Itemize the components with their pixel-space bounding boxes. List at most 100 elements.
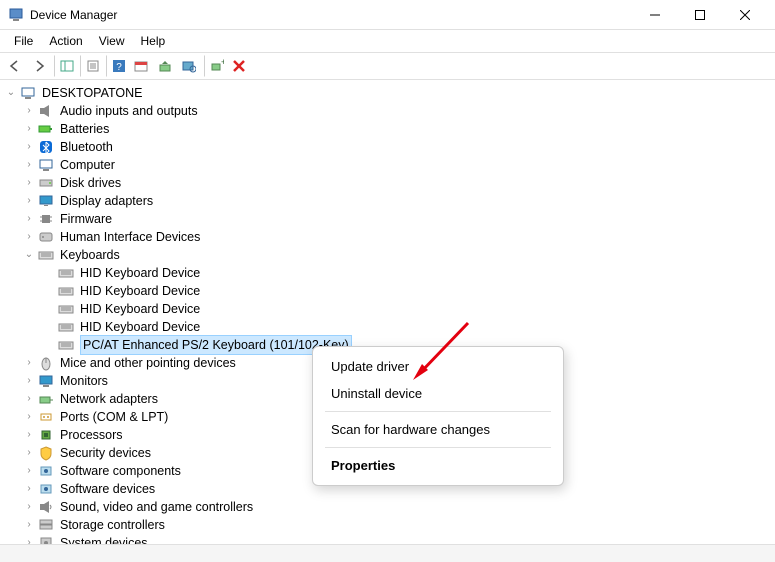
show-hide-tree-button[interactable] xyxy=(54,55,76,77)
expand-icon[interactable]: › xyxy=(22,500,36,514)
tree-device[interactable]: HID Keyboard Device xyxy=(2,282,773,300)
window-title: Device Manager xyxy=(30,8,632,22)
keyboard-icon xyxy=(58,337,74,353)
expand-icon[interactable]: › xyxy=(22,518,36,532)
expand-icon[interactable]: › xyxy=(22,176,36,190)
tree-root[interactable]: ⌄DESKTOPATONE xyxy=(2,84,773,102)
statusbar xyxy=(0,544,775,562)
add-hardware-button[interactable]: + xyxy=(204,55,226,77)
sound-icon xyxy=(38,499,54,515)
tree-category[interactable]: ›Computer xyxy=(2,156,773,174)
system-icon xyxy=(38,535,54,544)
menu-update-driver[interactable]: Update driver xyxy=(313,353,563,380)
tree-device[interactable]: HID Keyboard Device xyxy=(2,318,773,336)
expand-icon[interactable]: › xyxy=(22,230,36,244)
expand-icon[interactable]: › xyxy=(22,410,36,424)
svg-text:+: + xyxy=(221,59,224,67)
storage-icon xyxy=(38,517,54,533)
expand-icon[interactable]: › xyxy=(22,374,36,388)
bluetooth-icon xyxy=(38,139,54,155)
tree-category-label: Ports (COM & LPT) xyxy=(60,408,168,426)
keyboard-icon xyxy=(38,247,54,263)
uninstall-button[interactable] xyxy=(228,55,250,77)
tree-category[interactable]: ›Firmware xyxy=(2,210,773,228)
scan-button[interactable] xyxy=(178,55,200,77)
tree-category-label: Audio inputs and outputs xyxy=(60,102,198,120)
tree-category-label: Mice and other pointing devices xyxy=(60,354,236,372)
cpu-icon xyxy=(38,427,54,443)
properties-button[interactable] xyxy=(80,55,102,77)
display-icon xyxy=(38,193,54,209)
tree-category-label: System devices xyxy=(60,534,148,544)
forward-button[interactable] xyxy=(28,55,50,77)
tree-category-label: Software devices xyxy=(60,480,155,498)
menu-action[interactable]: Action xyxy=(41,32,90,50)
computer-icon xyxy=(38,157,54,173)
menu-separator xyxy=(325,411,551,412)
tree-category-label: Keyboards xyxy=(60,246,120,264)
keyboard-icon xyxy=(58,319,74,335)
update-driver-button[interactable] xyxy=(154,55,176,77)
expand-icon[interactable]: › xyxy=(22,140,36,154)
tree-device-label: HID Keyboard Device xyxy=(80,300,200,318)
tree-category[interactable]: › Sound, video and game controllers xyxy=(2,498,773,516)
maximize-button[interactable] xyxy=(677,0,722,30)
mouse-icon xyxy=(38,355,54,371)
tree-category-label: Bluetooth xyxy=(60,138,113,156)
menu-file[interactable]: File xyxy=(6,32,41,50)
expand-icon[interactable]: › xyxy=(22,536,36,544)
collapse-icon[interactable]: ⌄ xyxy=(4,86,18,100)
tree-category[interactable]: › Human Interface Devices xyxy=(2,228,773,246)
tree-category-label: Sound, video and game controllers xyxy=(60,498,253,516)
close-button[interactable] xyxy=(722,0,767,30)
tree-category-label: Software components xyxy=(60,462,181,480)
tree-category-label: Network adapters xyxy=(60,390,158,408)
tree-category-label: Display adapters xyxy=(60,192,153,210)
tree-category[interactable]: › Bluetooth xyxy=(2,138,773,156)
toolbar: ? + xyxy=(0,52,775,80)
menubar: File Action View Help xyxy=(0,30,775,52)
help-button[interactable]: ? xyxy=(106,55,128,77)
expand-icon[interactable]: › xyxy=(22,428,36,442)
tree-device-label: HID Keyboard Device xyxy=(80,318,200,336)
computer-icon xyxy=(20,85,36,101)
chip-icon xyxy=(38,211,54,227)
tree-device-label: HID Keyboard Device xyxy=(80,264,200,282)
disk-icon xyxy=(38,175,54,191)
back-button[interactable] xyxy=(4,55,26,77)
menu-properties[interactable]: Properties xyxy=(313,452,563,479)
expand-icon[interactable]: › xyxy=(22,446,36,460)
expand-icon[interactable]: › xyxy=(22,356,36,370)
expand-icon[interactable]: › xyxy=(22,482,36,496)
menu-view[interactable]: View xyxy=(91,32,133,50)
tree-device[interactable]: HID Keyboard Device xyxy=(2,264,773,282)
expand-icon[interactable]: › xyxy=(22,158,36,172)
minimize-button[interactable] xyxy=(632,0,677,30)
tree-category[interactable]: › Storage controllers xyxy=(2,516,773,534)
tree-category[interactable]: ›Batteries xyxy=(2,120,773,138)
action-button[interactable] xyxy=(130,55,152,77)
monitor-icon xyxy=(38,373,54,389)
menu-help[interactable]: Help xyxy=(133,32,174,50)
tree-category[interactable]: ⌄ Keyboards xyxy=(2,246,773,264)
software-icon xyxy=(38,481,54,497)
tree-category[interactable]: ›Disk drives xyxy=(2,174,773,192)
collapse-icon[interactable]: ⌄ xyxy=(22,248,36,262)
tree-category[interactable]: › System devices xyxy=(2,534,773,544)
menu-scan-hardware[interactable]: Scan for hardware changes xyxy=(313,416,563,443)
tree-category-label: Storage controllers xyxy=(60,516,165,534)
port-icon xyxy=(38,409,54,425)
menu-uninstall-device[interactable]: Uninstall device xyxy=(313,380,563,407)
expand-icon[interactable]: › xyxy=(22,122,36,136)
expand-icon[interactable]: › xyxy=(22,464,36,478)
tree-category[interactable]: › Audio inputs and outputs xyxy=(2,102,773,120)
app-icon xyxy=(8,7,24,23)
expand-icon[interactable]: › xyxy=(22,194,36,208)
software-icon xyxy=(38,463,54,479)
expand-icon[interactable]: › xyxy=(22,392,36,406)
expand-icon[interactable]: › xyxy=(22,104,36,118)
tree-category[interactable]: › Display adapters xyxy=(2,192,773,210)
tree-device[interactable]: HID Keyboard Device xyxy=(2,300,773,318)
expand-icon[interactable]: › xyxy=(22,212,36,226)
tree-category-label: Human Interface Devices xyxy=(60,228,200,246)
